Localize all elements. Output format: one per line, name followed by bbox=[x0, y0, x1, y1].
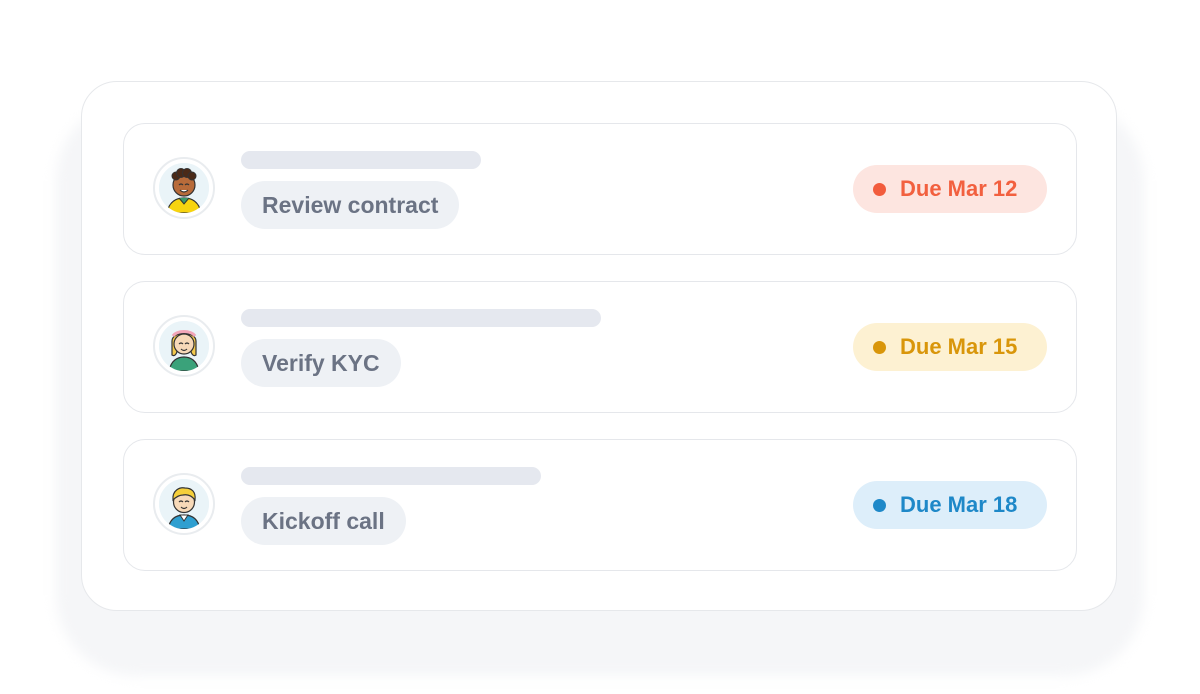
status-dot-icon bbox=[873, 498, 886, 512]
task-title: Verify KYC bbox=[241, 339, 401, 387]
due-date-label: Due Mar 18 bbox=[900, 492, 1018, 517]
person-blond-avatar-icon bbox=[159, 479, 209, 529]
text-placeholder-bar bbox=[241, 467, 541, 485]
person-curly-hair-avatar-icon bbox=[159, 163, 209, 213]
avatar bbox=[153, 473, 215, 535]
task-item-verify-kyc[interactable]: Verify KYC Due Mar 15 bbox=[123, 281, 1077, 413]
status-dot-icon bbox=[873, 182, 886, 196]
due-date-label: Due Mar 15 bbox=[900, 334, 1018, 359]
text-placeholder-bar bbox=[241, 151, 481, 169]
avatar bbox=[153, 315, 215, 377]
status-dot-icon bbox=[873, 340, 886, 354]
text-placeholder-bar bbox=[241, 309, 601, 327]
due-date-badge: Due Mar 15 bbox=[853, 323, 1047, 371]
task-title: Review contract bbox=[241, 181, 460, 229]
task-title: Kickoff call bbox=[241, 497, 406, 545]
due-date-label: Due Mar 12 bbox=[900, 176, 1018, 201]
avatar bbox=[153, 157, 215, 219]
task-item-kickoff-call[interactable]: Kickoff call Due Mar 18 bbox=[123, 439, 1077, 571]
stage: Review contract Due Mar 12 Verify KYC Du… bbox=[0, 0, 1200, 694]
due-date-badge: Due Mar 12 bbox=[853, 165, 1047, 213]
person-headband-avatar-icon bbox=[159, 321, 209, 371]
due-date-badge: Due Mar 18 bbox=[853, 481, 1047, 529]
task-item-review-contract[interactable]: Review contract Due Mar 12 bbox=[123, 123, 1077, 255]
task-list-card: Review contract Due Mar 12 Verify KYC Du… bbox=[81, 81, 1117, 611]
